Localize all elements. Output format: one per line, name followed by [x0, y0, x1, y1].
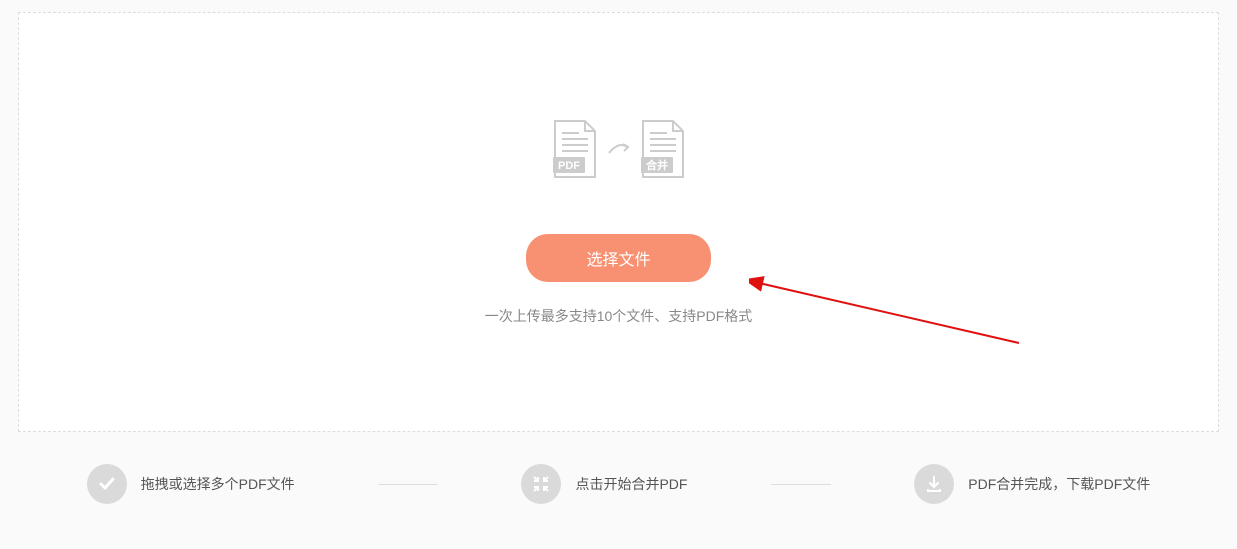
upload-hint: 一次上传最多支持10个文件、支持PDF格式	[485, 306, 753, 326]
step-3-label: PDF合并完成，下载PDF文件	[968, 474, 1150, 494]
annotation-arrow	[749, 263, 1029, 353]
pdf-file-icon: PDF	[551, 119, 599, 184]
target-label: 合并	[646, 158, 668, 172]
step-2: 点击开始合并PDF	[521, 464, 687, 504]
step-1-label: 拖拽或选择多个PDF文件	[141, 474, 295, 494]
step-3: PDF合并完成，下载PDF文件	[914, 464, 1150, 504]
merge-file-icon: 合并	[639, 119, 687, 184]
download-icon	[914, 464, 954, 504]
compress-icon	[521, 464, 561, 504]
source-label: PDF	[558, 160, 580, 172]
steps-row: 拖拽或选择多个PDF文件 点击开始合并PDF PDF合并完成，下载PDF文件	[0, 444, 1237, 524]
arrow-right-icon	[607, 139, 631, 164]
conversion-icon-group: PDF 合并	[551, 119, 687, 184]
step-divider	[771, 484, 831, 485]
step-2-label: 点击开始合并PDF	[575, 474, 687, 494]
step-1: 拖拽或选择多个PDF文件	[87, 464, 295, 504]
check-icon	[87, 464, 127, 504]
upload-dropzone[interactable]: PDF 合并 选择文件 一次上传最多支持10个文件、支持PDF格式	[18, 12, 1219, 432]
select-file-button[interactable]: 选择文件	[526, 234, 710, 282]
step-divider	[378, 484, 438, 485]
